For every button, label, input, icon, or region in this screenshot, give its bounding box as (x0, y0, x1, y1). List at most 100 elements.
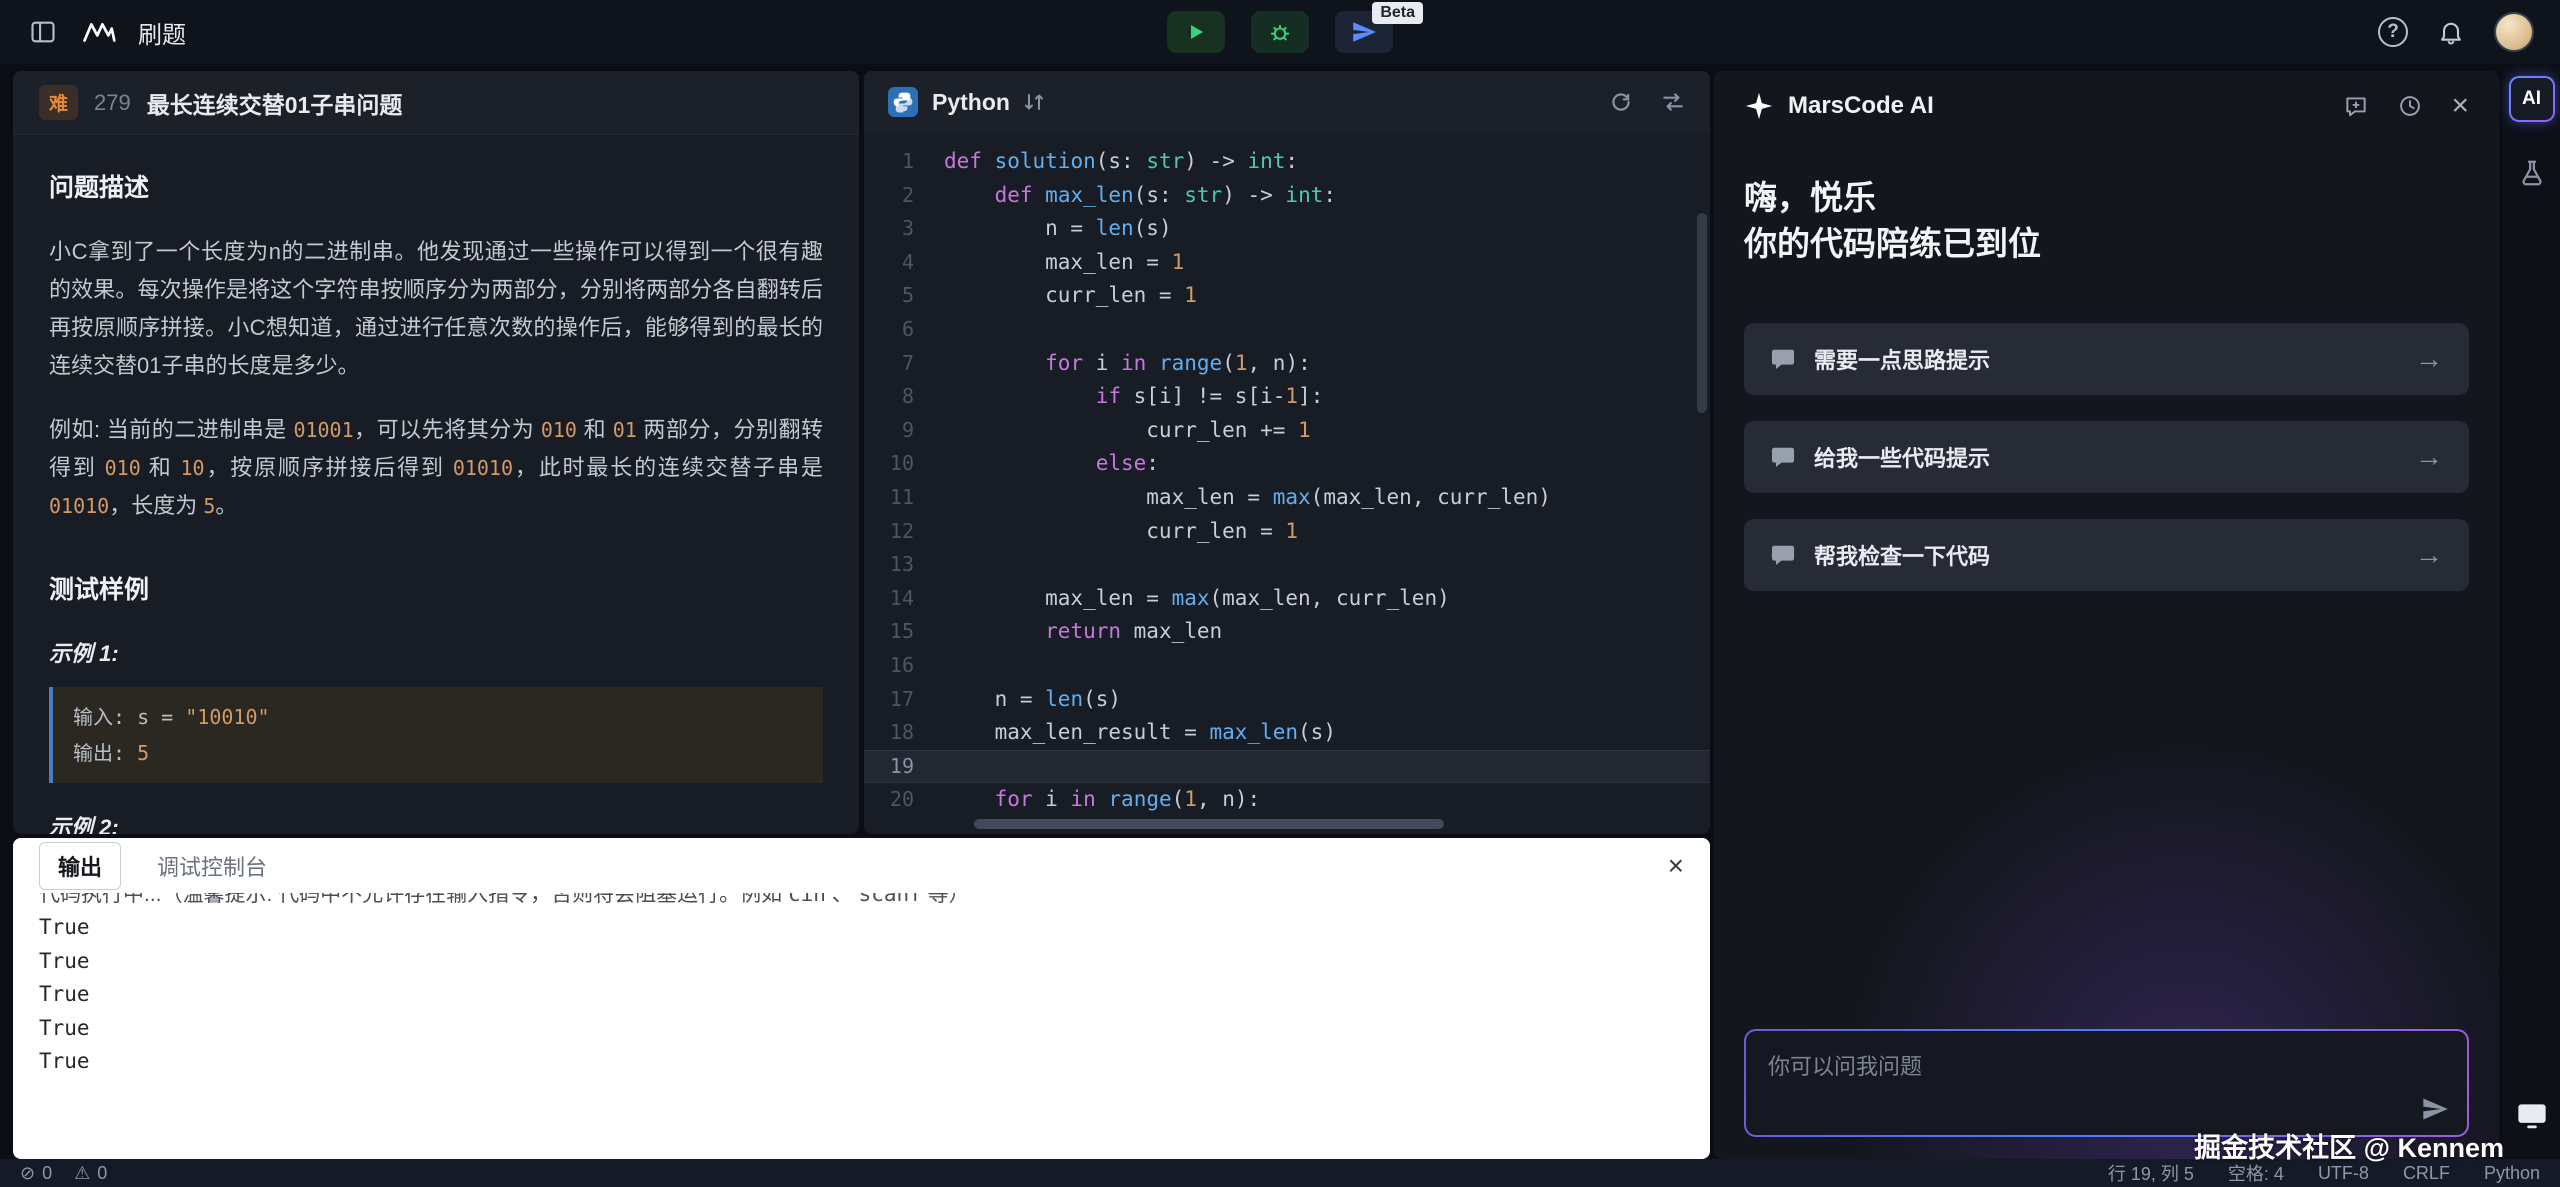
chat-bubble-icon (1770, 444, 1796, 470)
code-line[interactable]: 19 (864, 750, 1710, 784)
new-chat-icon[interactable] (2343, 93, 2369, 119)
code-line[interactable]: 7 for i in range(1, n): (864, 347, 1710, 381)
console-lines: TrueTrueTrueTrueTrue (39, 911, 1684, 1079)
line-number: 11 (864, 481, 944, 515)
tab-output[interactable]: 输出 (39, 842, 121, 890)
code-line[interactable]: 10 else: (864, 447, 1710, 481)
screen-share-icon[interactable] (2515, 1101, 2549, 1131)
bug-icon (1267, 19, 1293, 45)
code-line[interactable]: 15 return max_len (864, 615, 1710, 649)
ai-close-icon[interactable]: × (2451, 91, 2469, 121)
ai-chat-input[interactable] (1746, 1031, 2467, 1097)
activity-bar: AI (2503, 64, 2560, 1159)
language-mode[interactable]: Python (2484, 1163, 2540, 1184)
console-output-line: True (39, 978, 1684, 1012)
line-number: 4 (864, 246, 944, 280)
line-number: 3 (864, 212, 944, 246)
status-bar: ⊘ 0 ⚠ 0 行 19, 列 5 空格: 4 UTF-8 CRLF Pytho… (0, 1159, 2560, 1187)
code-line[interactable]: 11 max_len = max(max_len, curr_len) (864, 481, 1710, 515)
suggestion-card-code-hint[interactable]: 给我一些代码提示 → (1744, 421, 2469, 493)
format-compare-icon[interactable] (1660, 89, 1686, 115)
example-label: 示例 2: (49, 809, 823, 834)
code-line[interactable]: 14 max_len = max(max_len, curr_len) (864, 582, 1710, 616)
chat-bubble-icon (1770, 346, 1796, 372)
ai-greeting-subtitle: 你的代码陪练已到位 (1744, 221, 2469, 267)
flask-icon[interactable] (2517, 158, 2547, 188)
arrow-right-icon: → (2415, 441, 2443, 473)
code-line[interactable]: 16 (864, 649, 1710, 683)
code-editor[interactable]: 1def solution(s: str) -> int:2 def max_l… (864, 133, 1710, 834)
eol-setting[interactable]: CRLF (2403, 1163, 2450, 1184)
warning-icon: ⚠ (74, 1163, 90, 1184)
example-block: 输入: s = "10010" 输出: 5 (49, 687, 823, 783)
code-line[interactable]: 17 n = len(s) (864, 683, 1710, 717)
suggestion-card-idea-hint[interactable]: 需要一点思路提示 → (1744, 323, 2469, 395)
problem-number: 279 (94, 90, 131, 116)
ai-panel-title: MarsCode AI (1788, 92, 1934, 120)
python-logo-icon (888, 87, 918, 117)
error-count: 0 (42, 1163, 52, 1184)
code-line[interactable]: 5 curr_len = 1 (864, 279, 1710, 313)
suggestion-label: 需要一点思路提示 (1814, 343, 1990, 375)
code-line[interactable]: 3 n = len(s) (864, 212, 1710, 246)
suggestion-label: 帮我检查一下代码 (1814, 539, 1990, 571)
code-line[interactable]: 1def solution(s: str) -> int: (864, 145, 1710, 179)
play-icon (1184, 20, 1208, 44)
problem-paragraph: 例如: 当前的二进制串是 01001，可以先将其分为 010 和 01 两部分，… (49, 411, 823, 525)
code-line[interactable]: 13 (864, 548, 1710, 582)
example-input: 输入: s = "10010" (73, 699, 803, 735)
beta-badge: Beta (1372, 2, 1423, 24)
console-output-line: True (39, 1012, 1684, 1046)
line-number: 8 (864, 380, 944, 414)
console-hint-line: 代码执行中...（温馨提示: 代码中不允许存在输入指令，否则将会阻塞运行。例如 … (39, 893, 1684, 911)
sidebar-toggle-icon[interactable] (26, 15, 60, 49)
help-icon[interactable]: ? (2378, 17, 2408, 47)
line-number: 16 (864, 649, 944, 683)
notifications-bell-icon[interactable] (2434, 15, 2468, 49)
console-close-icon[interactable]: × (1668, 852, 1684, 880)
example-label: 示例 1: (49, 635, 823, 673)
code-line[interactable]: 12 curr_len = 1 (864, 515, 1710, 549)
warnings-indicator[interactable]: ⚠ 0 (74, 1163, 107, 1184)
line-number: 19 (864, 750, 944, 784)
marscode-logo-icon (82, 15, 116, 49)
reset-code-icon[interactable] (1608, 89, 1634, 115)
vertical-scrollbar[interactable] (1697, 213, 1707, 413)
console-content: 代码执行中...（温馨提示: 代码中不允许存在输入指令，否则将会阻塞运行。例如 … (13, 893, 1710, 1159)
language-switch-icon[interactable] (1022, 90, 1046, 114)
line-number: 13 (864, 548, 944, 582)
tab-debug-console[interactable]: 调试控制台 (157, 850, 267, 882)
ai-chat-input-box[interactable] (1744, 1029, 2469, 1137)
problem-paragraph: 小C拿到了一个长度为n的二进制串。他发现通过一些操作可以得到一个很有趣的效果。每… (49, 233, 823, 385)
run-button[interactable] (1167, 11, 1225, 53)
code-line[interactable]: 6 (864, 313, 1710, 347)
line-number: 18 (864, 716, 944, 750)
code-line[interactable]: 8 if s[i] != s[i-1]: (864, 380, 1710, 414)
code-line[interactable]: 2 def max_len(s: str) -> int: (864, 179, 1710, 213)
app-title: 刷题 (138, 15, 186, 50)
submit-button[interactable]: Beta (1335, 11, 1393, 53)
problem-header: 难 279 最长连续交替01子串问题 (13, 71, 859, 135)
horizontal-scrollbar[interactable] (974, 819, 1444, 829)
send-icon[interactable] (2421, 1095, 2449, 1123)
history-icon[interactable] (2397, 93, 2423, 119)
code-line[interactable]: 9 curr_len += 1 (864, 414, 1710, 448)
suggestion-card-check-code[interactable]: 帮我检查一下代码 → (1744, 519, 2469, 591)
arrow-right-icon: → (2415, 539, 2443, 571)
line-number: 1 (864, 145, 944, 179)
errors-indicator[interactable]: ⊘ 0 (20, 1163, 52, 1184)
code-line[interactable]: 4 max_len = 1 (864, 246, 1710, 280)
ai-assistant-button[interactable]: AI (2509, 76, 2555, 122)
samples-heading: 测试样例 (49, 571, 823, 609)
code-line[interactable]: 20 for i in range(1, n): (864, 783, 1710, 817)
debug-run-button[interactable] (1251, 11, 1309, 53)
console-output-line: True (39, 911, 1684, 945)
encoding-setting[interactable]: UTF-8 (2318, 1163, 2369, 1184)
user-avatar[interactable] (2494, 12, 2534, 52)
cursor-position[interactable]: 行 19, 列 5 (2108, 1160, 2194, 1186)
error-icon: ⊘ (20, 1163, 35, 1184)
console-output-line: True (39, 945, 1684, 979)
description-heading: 问题描述 (49, 169, 823, 207)
code-line[interactable]: 18 max_len_result = max_len(s) (864, 716, 1710, 750)
line-number: 15 (864, 615, 944, 649)
